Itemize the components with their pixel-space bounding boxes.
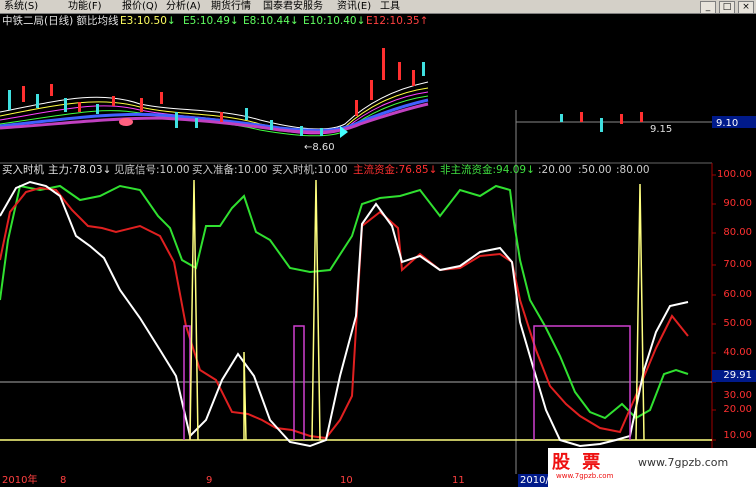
date-tick: 10 <box>340 475 353 486</box>
date-tick: 11 <box>452 475 465 486</box>
current-value-label: 29.91 <box>723 370 752 381</box>
label-level-80: :80.00 <box>616 164 650 176</box>
y-tick-40: 40.00 <box>723 347 752 358</box>
watermark-sub: www.7gpzb.com <box>556 472 614 480</box>
low-price-marker: ←8.60 <box>304 142 335 153</box>
signal-marker-1 <box>119 118 133 126</box>
indicator-title: 买入时机 <box>2 164 44 176</box>
watermark-url: www.7gpzb.com <box>638 456 729 469</box>
date-tick: 9 <box>206 475 213 486</box>
chart-canvas: 9.10 ←8.60 9.15 <box>0 28 756 474</box>
label-buy-timing: 买入时机:10.00 <box>272 164 348 176</box>
y-tick-30: 30.00 <box>723 390 752 401</box>
y-tick-10: 10.00 <box>723 430 752 441</box>
right-price: 9.10 <box>716 118 738 129</box>
series-red-line <box>0 186 689 440</box>
label-level-50: :50.00 <box>578 164 612 176</box>
date-tick: 8 <box>60 475 67 486</box>
y-axis-ticks <box>712 174 716 441</box>
y-tick-70: 70.00 <box>723 259 752 270</box>
label-non-main-fund: 非主流资金:94.09↓ <box>440 164 535 176</box>
label-main-fund: 主流资金:76.85↓ <box>353 164 438 176</box>
label-level-20: :20.00 <box>538 164 572 176</box>
series-magenta-line <box>183 325 631 440</box>
series-green-line <box>0 184 689 420</box>
label-buy-prepare: 买入准备:10.00 <box>192 164 268 176</box>
y-tick-90: 90.00 <box>723 198 752 209</box>
series-yellow-spikes <box>189 179 645 441</box>
y-tick-20: 20.00 <box>723 404 752 415</box>
y-tick-50: 50.00 <box>723 318 752 329</box>
low-price-marker-2: 9.15 <box>650 124 672 135</box>
y-tick-80: 80.00 <box>723 227 752 238</box>
label-bottom-signal: 见底信号:10.00 <box>114 164 190 176</box>
y-tick-60: 60.00 <box>723 289 752 300</box>
watermark: 股 票 www.7gpzb.com www.7gpzb.com <box>548 448 756 487</box>
y-tick-100: 100.00 <box>717 169 752 180</box>
date-tick: 2010年 <box>2 475 38 486</box>
watermark-logo: 股 票 <box>552 452 604 473</box>
label-main-force: 主力:78.03↓ <box>48 164 112 176</box>
